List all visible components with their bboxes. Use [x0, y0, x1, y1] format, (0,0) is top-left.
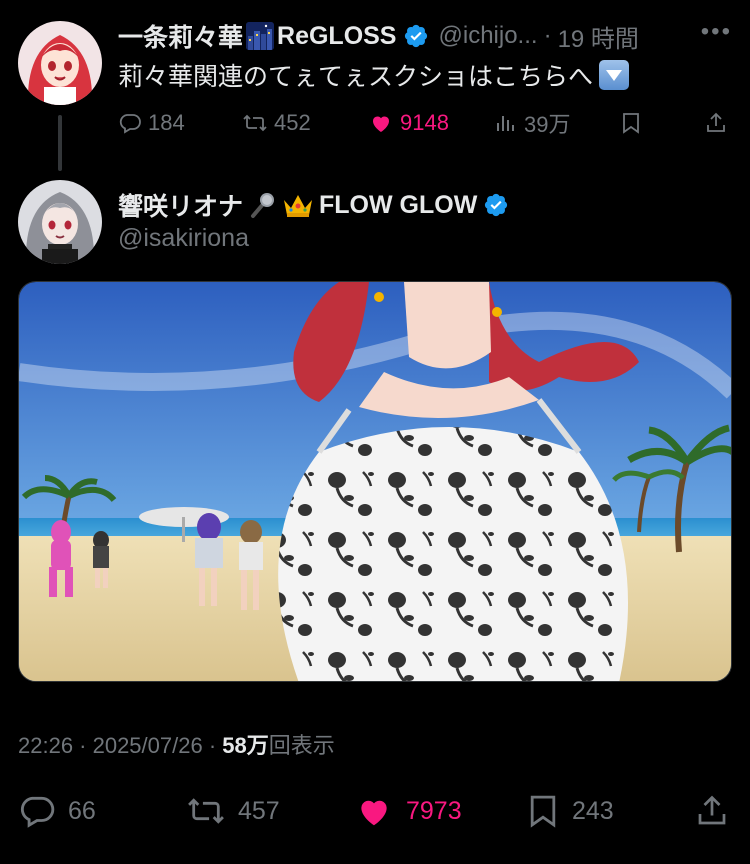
tweet-media-image[interactable]: [18, 281, 732, 682]
repost-icon: [243, 114, 267, 132]
share-button[interactable]: [694, 786, 742, 836]
separator: ·: [543, 22, 552, 49]
reply-icon: [20, 796, 55, 828]
avatar-ichijo[interactable]: [18, 21, 102, 105]
reply-count: 66: [68, 796, 96, 825]
bookmark-button[interactable]: 243: [526, 786, 614, 836]
share-icon: [707, 112, 725, 132]
tweet-actions: 66 457 7973 243: [18, 786, 732, 836]
author-handle[interactable]: @ichijo...: [439, 22, 538, 50]
views-icon: [497, 116, 514, 131]
reply-icon: [119, 114, 141, 134]
tweet-metadata: 22:26 · 2025/07/26 · 58万回表示: [18, 728, 335, 760]
bookmark-icon: [530, 795, 556, 828]
like-count: 9148: [400, 110, 449, 135]
bookmark-button[interactable]: [620, 104, 648, 142]
tweet-author: 響咲リオナ FLOW GLOW: [118, 187, 509, 223]
post-time[interactable]: 19 時間: [558, 19, 639, 54]
night-city-emoji: [246, 22, 275, 50]
author-name[interactable]: 響咲リオナ: [118, 187, 243, 223]
microphone-icon: [251, 193, 275, 218]
author-handle[interactable]: @isakiriona: [118, 224, 249, 253]
reply-button[interactable]: 184: [118, 104, 185, 142]
views-button[interactable]: 39万: [494, 104, 570, 142]
reply-count: 184: [148, 110, 185, 135]
view-label: 回表示: [268, 733, 335, 758]
view-count: 39万: [524, 112, 571, 137]
down-arrow-emoji: [599, 60, 630, 90]
share-icon: [698, 795, 726, 825]
parent-tweet-header: 一条莉々華 ReGLOSS @ichijo... · 19 時間 •••: [118, 18, 732, 54]
thread-connector: [58, 115, 62, 171]
like-count: 7973: [406, 796, 462, 825]
repost-count: 452: [274, 110, 311, 135]
repost-count: 457: [238, 796, 280, 825]
heart-icon: [373, 116, 389, 132]
verified-icon: [485, 193, 508, 217]
tweet-body: 莉々華関連のてぇてぇスクショはこちらへ: [118, 63, 594, 91]
repost-icon: [188, 798, 224, 824]
author-group[interactable]: FLOW GLOW: [319, 191, 477, 220]
share-button[interactable]: [704, 104, 734, 142]
heart-icon: [361, 800, 387, 826]
like-button[interactable]: 9148: [368, 104, 449, 142]
repost-button[interactable]: 457: [186, 786, 280, 836]
parent-tweet-actions: 184 452 9148 39万: [118, 104, 732, 142]
post-timestamp[interactable]: 22:26 · 2025/07/26 ·: [18, 733, 222, 758]
like-button[interactable]: 7973: [354, 786, 462, 836]
author-name[interactable]: 一条莉々華: [118, 18, 243, 54]
reply-button[interactable]: 66: [18, 786, 96, 836]
author-group[interactable]: ReGLOSS: [277, 22, 396, 51]
bookmark-count: 243: [572, 796, 614, 825]
bookmark-icon: [623, 113, 639, 134]
crown-icon: [284, 195, 313, 217]
avatar-isakiriona[interactable]: [18, 180, 102, 264]
parent-tweet-text: 莉々華関連のてぇてぇスクショはこちらへ: [118, 57, 630, 93]
more-options-button[interactable]: •••: [701, 18, 732, 46]
verified-icon: [404, 24, 427, 48]
view-count: 58万: [222, 733, 269, 758]
repost-button[interactable]: 452: [242, 104, 311, 142]
